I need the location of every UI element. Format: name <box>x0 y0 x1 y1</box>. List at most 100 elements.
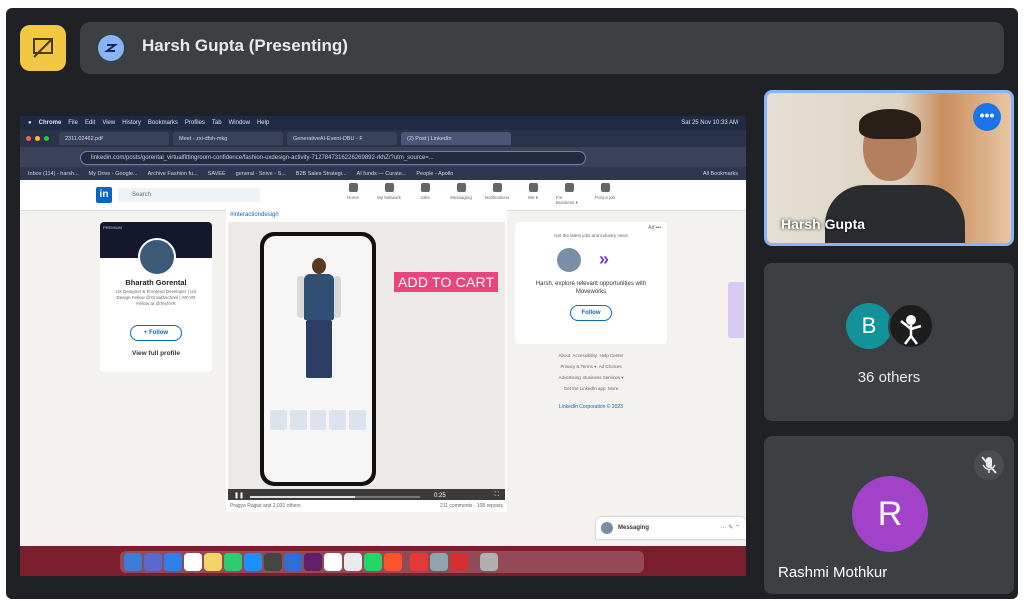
post-card: #interactiondesign ADD TO CART ❚❚ 0:25 ⛶ <box>226 210 507 505</box>
browser-tabstrip: 2311.02462.pdf Meet - zxi-dfsh-mkg Gener… <box>20 130 746 147</box>
avatar: R <box>852 476 928 552</box>
model-figure <box>304 274 334 320</box>
moveworks-logo-icon: » <box>599 249 610 269</box>
phone-mockup <box>260 232 376 486</box>
bookmarks-bar: Inbox (114) - harsh... My Drive - Google… <box>20 167 746 180</box>
nav-label: Messaging <box>450 195 472 200</box>
profile-card: PREMIUM Bharath Gorental UX Designer & F… <box>100 222 212 372</box>
bookmark-item: B2B Sales Strategi... <box>295 170 347 177</box>
nav-business: For Business ▾ <box>556 183 582 206</box>
footer-link: About <box>558 353 571 358</box>
ad-follow-button: Follow <box>570 305 612 321</box>
ad-description: Get the latest jobs and industry news <box>554 233 628 238</box>
footer-link: Privacy & Terms ▾ <box>560 364 597 369</box>
product-thumbnail <box>349 410 366 430</box>
follow-button: + Follow <box>130 325 182 341</box>
camera-person <box>859 109 921 139</box>
linkedin-logo-icon: in <box>96 187 112 203</box>
app-icon <box>430 553 448 571</box>
present-screen-icon <box>98 35 124 61</box>
menubar-item: View <box>102 120 116 126</box>
linkedin-footer-links: About Accessibility Help Center Privacy … <box>525 350 657 394</box>
linkedin-search: Search <box>118 188 260 202</box>
bookmark-item: Inbox (114) - harsh... <box>28 170 79 177</box>
nav-label: Jobs <box>420 195 430 200</box>
messaging-bar: Messaging ··· ✎ ⌃ <box>596 517 746 539</box>
ad-label: Ad ••• <box>648 225 661 231</box>
avatar: B <box>846 303 892 349</box>
dock-apps <box>120 551 644 573</box>
mac-dock <box>20 546 746 576</box>
menubar-item: History <box>122 120 141 126</box>
bookmark-item: All Bookmarks <box>702 170 738 177</box>
linkedin-copyright: LinkedIn Corporation © 2023 <box>558 404 623 410</box>
post-comments: 211 comments · 108 reposts <box>440 503 503 509</box>
menubar-item: Profiles <box>184 120 205 126</box>
nav-network: My Network <box>376 183 402 206</box>
participant-name: Rashmi Mothkur <box>778 564 888 581</box>
messaging-label: Messaging <box>618 525 650 531</box>
slack-icon <box>304 553 322 571</box>
calendar-icon <box>184 553 202 571</box>
bookmark-item: People - Apollo <box>416 170 454 177</box>
pdf-icon <box>450 553 468 571</box>
browser-tab: 2311.02462.pdf <box>59 132 169 145</box>
ad-card: Ad ••• Get the latest jobs and industry … <box>515 222 667 344</box>
mic-off-icon <box>974 450 1004 480</box>
layout-toggle-button[interactable] <box>20 25 66 71</box>
nav-notifications: Notifications <box>484 183 510 206</box>
phone-screen <box>264 236 372 482</box>
nav-label: Notifications <box>484 195 510 200</box>
brave-icon <box>384 553 402 571</box>
post-hashtag: #interactiondesign <box>230 212 279 218</box>
participant-name: Harsh Gupta <box>781 216 866 232</box>
video-progress-fill <box>250 496 356 498</box>
avatar <box>888 303 934 349</box>
footer-link: Help Center <box>599 353 624 358</box>
bell-icon <box>492 183 502 192</box>
presenting-pill: Harsh Gupta (Presenting) <box>80 22 1004 74</box>
messaging-icon <box>456 183 466 192</box>
briefcase-icon <box>600 183 610 192</box>
linkedin-page: in Search Home My Network Jobs Messaging… <box>20 180 746 546</box>
network-icon <box>384 183 394 192</box>
url-bar: linkedin.com/posts/gorental_virtualfitti… <box>80 151 586 165</box>
mail-icon <box>164 553 182 571</box>
avatar <box>528 183 538 192</box>
add-to-cart-overlay: ADD TO CART <box>394 272 499 292</box>
model-figure <box>333 276 341 318</box>
participant-tile-others[interactable]: B 36 others <box>764 263 1014 421</box>
meet-window: Harsh Gupta (Presenting) ● Chrome File E… <box>6 8 1018 599</box>
product-thumbnail <box>270 410 287 430</box>
more-options-button[interactable]: ••• <box>973 103 1001 131</box>
footer-link: Business Services ▾ <box>583 375 624 380</box>
bookmark-item: My Drive - Google... <box>88 170 138 177</box>
app-store-icon <box>244 553 262 571</box>
whatsapp-icon <box>364 553 382 571</box>
vscode-icon <box>284 553 302 571</box>
pause-icon: ❚❚ <box>234 493 245 499</box>
mac-menubar: ● Chrome File Edit View History Bookmark… <box>20 116 746 130</box>
menubar-item: Chrome <box>38 120 62 126</box>
footer-link: Get the LinkedIn app <box>563 386 606 391</box>
nav-label: Post a job <box>594 195 615 200</box>
chrome-icon <box>344 553 362 571</box>
shared-screen: ● Chrome File Edit View History Bookmark… <box>20 116 746 576</box>
bookmark-item: Archive Fashion fu... <box>147 170 198 177</box>
menubar-item: Bookmarks <box>147 120 178 126</box>
ad-text: Harsh, explore relevant opportunities wi… <box>535 281 647 295</box>
close-window-icon <box>26 136 31 141</box>
side-panel-tab <box>728 282 744 338</box>
menubar-item: Edit <box>84 120 96 126</box>
facetime-icon <box>224 553 242 571</box>
participant-tile-presenter: ••• Harsh Gupta <box>764 90 1014 246</box>
notes-icon <box>204 553 222 571</box>
menubar-item: Tab <box>211 120 222 126</box>
video-progress <box>250 496 420 498</box>
profile-name: Bharath Gorental <box>125 278 187 287</box>
linkedin-nav: in Search Home My Network Jobs Messaging… <box>20 180 746 211</box>
home-icon <box>348 183 358 192</box>
dab-avatar-icon <box>900 315 922 345</box>
model-figure <box>312 258 326 274</box>
nav-home: Home <box>340 183 366 206</box>
